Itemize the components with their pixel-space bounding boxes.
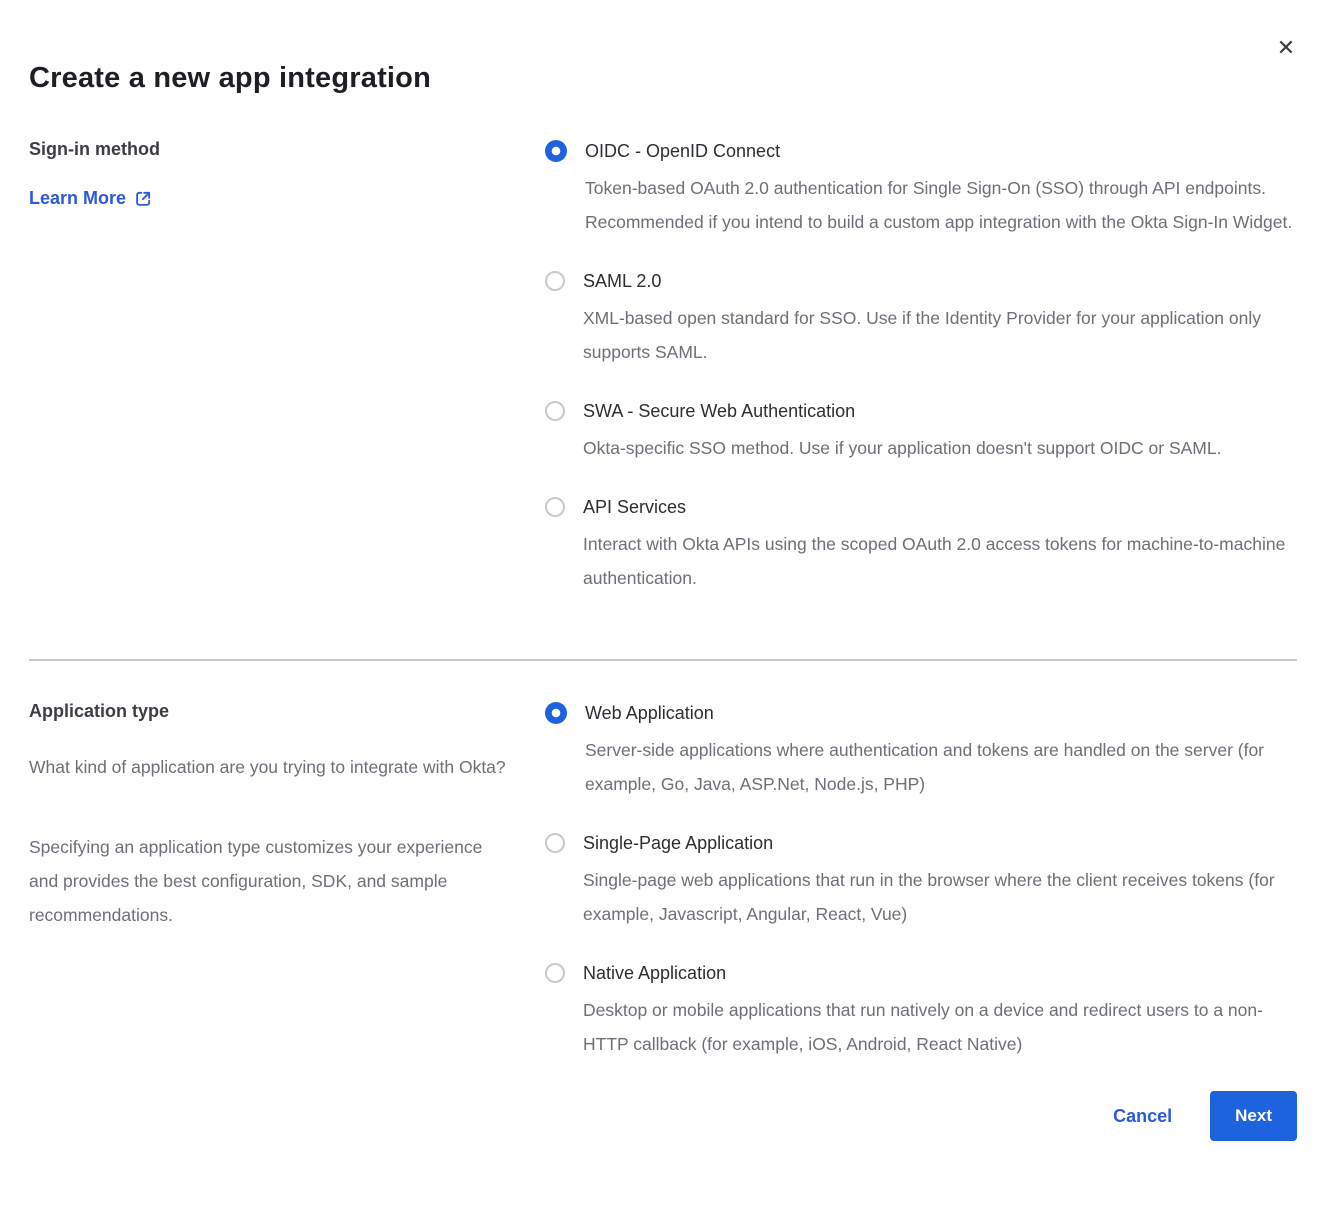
next-button[interactable]: Next xyxy=(1210,1091,1297,1141)
application-type-heading: Application type xyxy=(29,701,525,722)
signin-method-section: Sign-in method Learn More OIDC - OpenID … xyxy=(29,139,1297,595)
radio-button[interactable] xyxy=(545,140,567,162)
radio-option[interactable]: Native Application Desktop or mobile app… xyxy=(545,961,1297,1061)
radio-option[interactable]: API Services Interact with Okta APIs usi… xyxy=(545,495,1297,595)
learn-more-link[interactable]: Learn More xyxy=(29,188,152,209)
external-link-icon xyxy=(135,190,152,207)
section-divider xyxy=(29,659,1297,661)
radio-option[interactable]: SAML 2.0 XML-based open standard for SSO… xyxy=(545,269,1297,369)
radio-button[interactable] xyxy=(545,497,565,517)
radio-option-label[interactable]: SAML 2.0 xyxy=(583,269,1295,293)
radio-option-label[interactable]: API Services xyxy=(583,495,1295,519)
application-type-section: Application type What kind of applicatio… xyxy=(29,701,1297,1061)
radio-button[interactable] xyxy=(545,401,565,421)
radio-option-label[interactable]: Web Application xyxy=(585,701,1297,725)
page-title: Create a new app integration xyxy=(29,62,1297,95)
radio-option-label[interactable]: SWA - Secure Web Authentication xyxy=(583,399,1221,423)
radio-option[interactable]: Single-Page Application Single-page web … xyxy=(545,831,1297,931)
radio-option-description: Okta-specific SSO method. Use if your ap… xyxy=(583,431,1221,465)
radio-option-description: XML-based open standard for SSO. Use if … xyxy=(583,301,1295,369)
cancel-button[interactable]: Cancel xyxy=(1113,1106,1172,1127)
radio-option-description: Desktop or mobile applications that run … xyxy=(583,993,1295,1061)
application-type-note: Specifying an application type customize… xyxy=(29,830,509,932)
radio-option-description: Server-side applications where authentic… xyxy=(585,733,1297,801)
radio-option[interactable]: Web Application Server-side applications… xyxy=(545,701,1297,801)
radio-button[interactable] xyxy=(545,271,565,291)
radio-option[interactable]: SWA - Secure Web Authentication Okta-spe… xyxy=(545,399,1297,465)
radio-button[interactable] xyxy=(545,963,565,983)
radio-option-description: Token-based OAuth 2.0 authentication for… xyxy=(585,171,1297,239)
application-type-question: What kind of application are you trying … xyxy=(29,750,509,784)
create-app-integration-dialog: ✕ Create a new app integration Sign-in m… xyxy=(0,0,1332,1210)
radio-option[interactable]: OIDC - OpenID Connect Token-based OAuth … xyxy=(545,139,1297,239)
radio-option-description: Single-page web applications that run in… xyxy=(583,863,1295,931)
signin-method-heading: Sign-in method xyxy=(29,139,525,160)
radio-option-label[interactable]: Single-Page Application xyxy=(583,831,1295,855)
close-icon[interactable]: ✕ xyxy=(1274,36,1298,60)
signin-options-group: OIDC - OpenID Connect Token-based OAuth … xyxy=(545,139,1297,595)
learn-more-label: Learn More xyxy=(29,188,126,209)
radio-option-label[interactable]: OIDC - OpenID Connect xyxy=(585,139,1297,163)
application-type-options-group: Web Application Server-side applications… xyxy=(545,701,1297,1061)
radio-option-label[interactable]: Native Application xyxy=(583,961,1295,985)
radio-option-description: Interact with Okta APIs using the scoped… xyxy=(583,527,1295,595)
radio-button[interactable] xyxy=(545,702,567,724)
dialog-footer: Cancel Next xyxy=(29,1091,1297,1141)
radio-button[interactable] xyxy=(545,833,565,853)
